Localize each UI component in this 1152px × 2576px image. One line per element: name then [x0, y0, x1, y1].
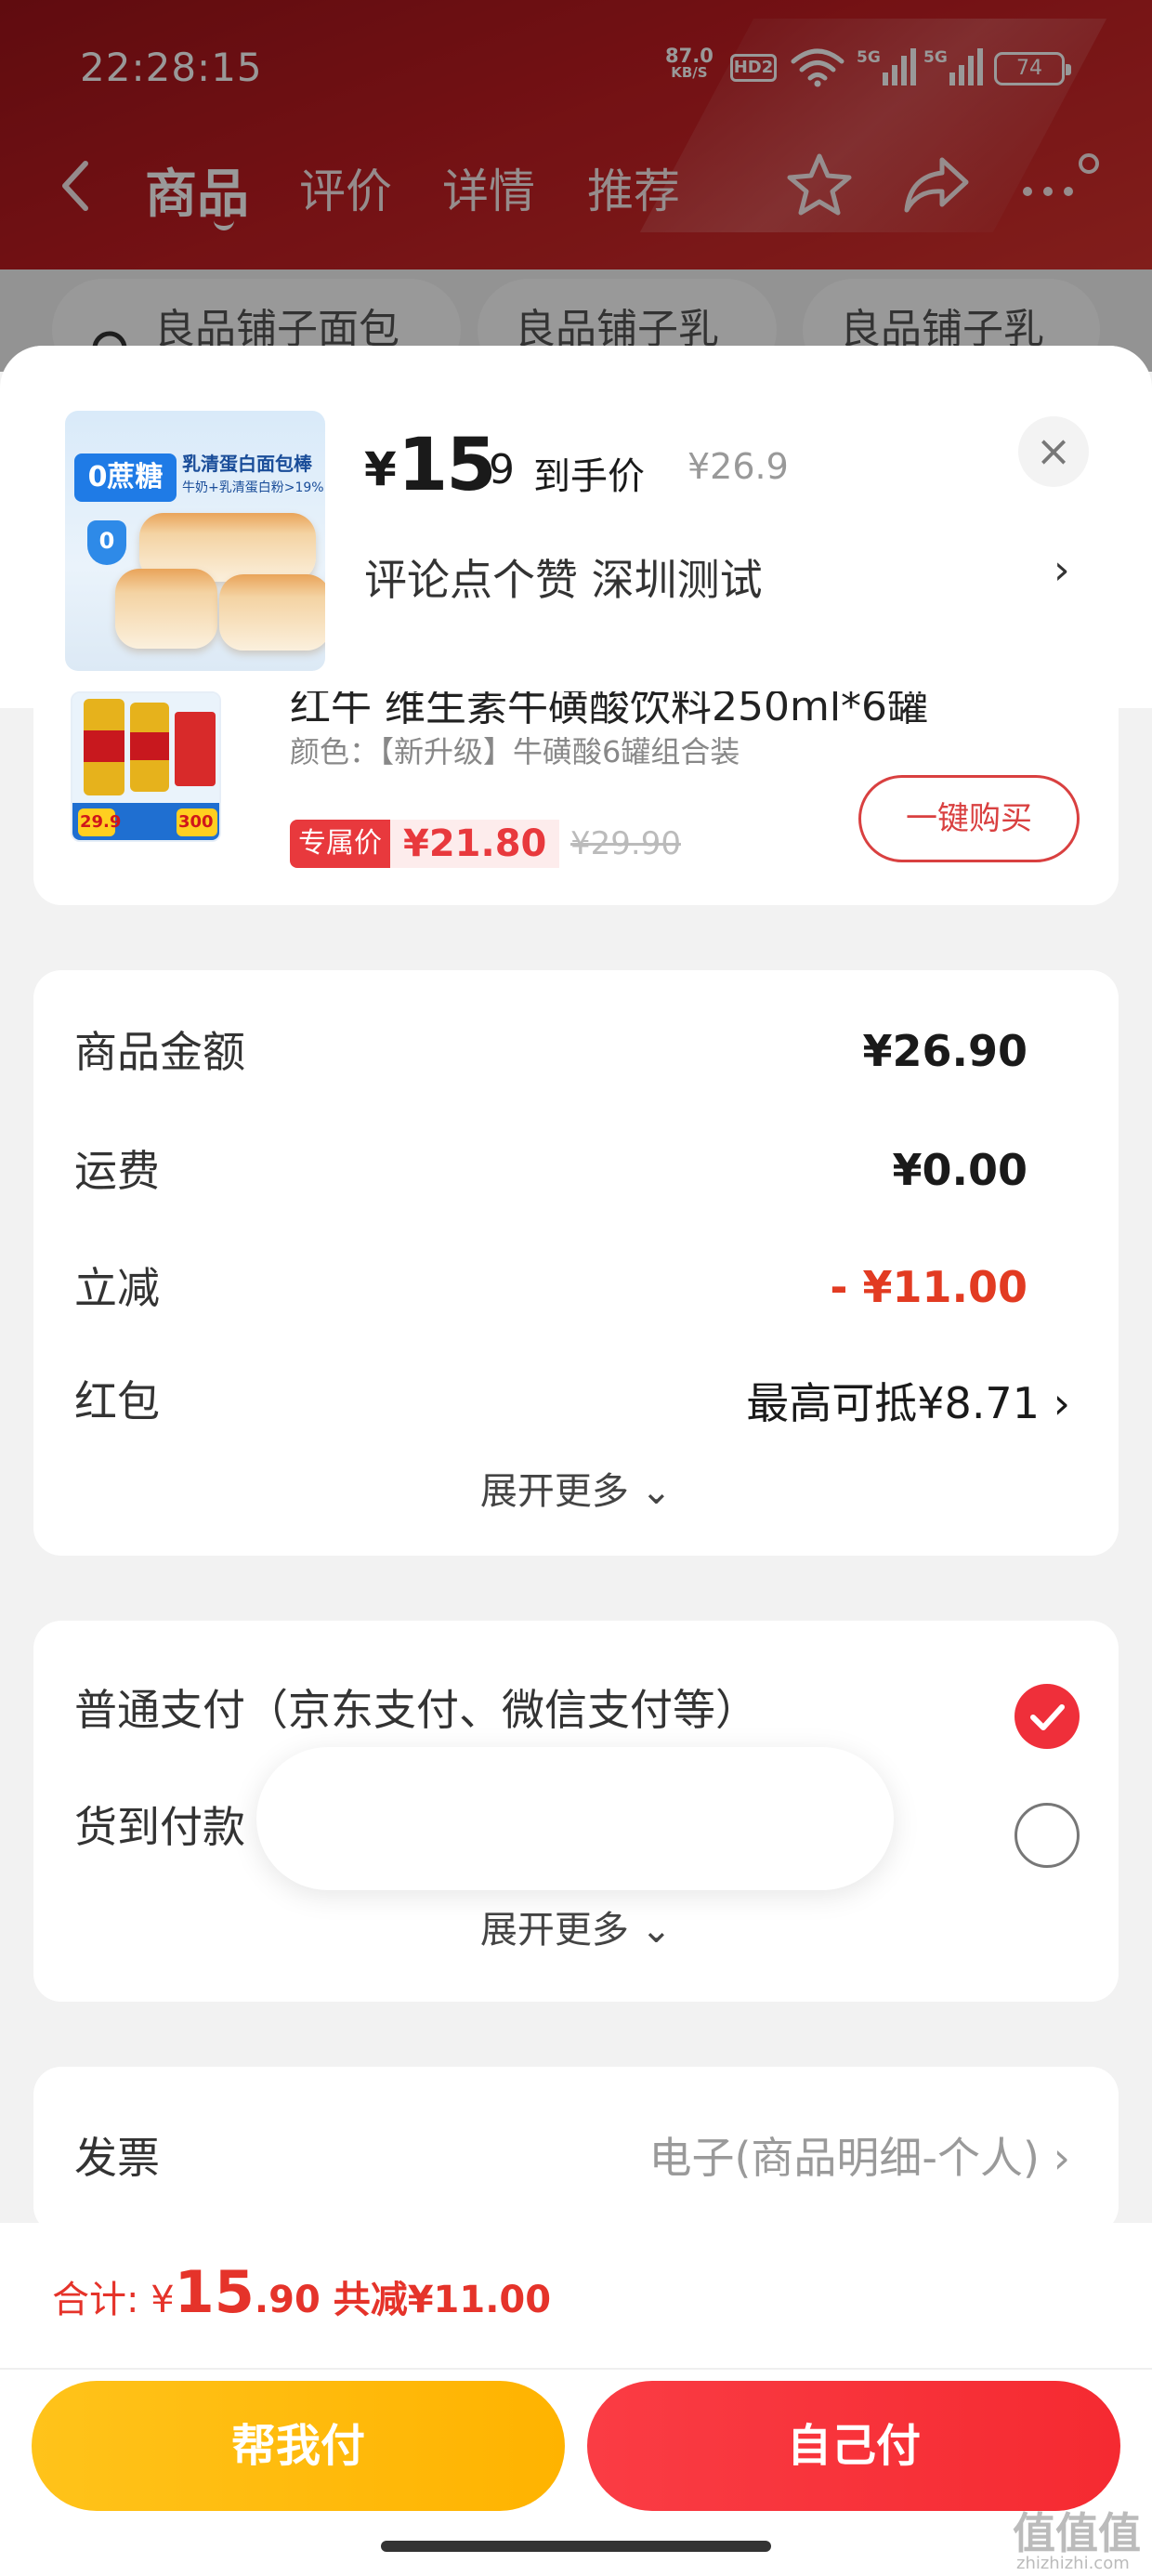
- amount-value-shipping: ¥0.00: [892, 1145, 1028, 1195]
- thumb-zero-mark: 0: [87, 520, 126, 565]
- amount-value-redpacket[interactable]: 最高可抵¥8.71 ›: [746, 1370, 1070, 1431]
- total-decimal: .90: [254, 2279, 321, 2321]
- amount-card: 商品金额 ¥26.90 运费 ¥0.00 立减 - ¥11.00 红包 最高可抵…: [33, 970, 1119, 1556]
- total-label: 合计: ¥: [52, 2279, 175, 2321]
- payment-option-cod[interactable]: 货到付款: [74, 1794, 245, 1855]
- amount-label-shipping: 运费: [74, 1146, 160, 1196]
- recommend-spec: 颜色：【新升级】牛磺酸6罐组合装: [290, 734, 740, 769]
- amount-value-discount: - ¥11.00: [830, 1262, 1028, 1312]
- amount-label-discount: 立减: [74, 1263, 160, 1313]
- sheet-header: 0蔗糖 乳清蛋白面包棒 牛奶+乳清蛋白粉>19% 0 ¥ 15 .9 到手价 ¥…: [0, 346, 1152, 708]
- divider: [0, 2368, 1152, 2370]
- checkmark-icon[interactable]: [1015, 1684, 1080, 1749]
- original-price: ¥26.9: [687, 446, 789, 487]
- total-summary: 合计: ¥15.90 共减¥11.00: [52, 2258, 551, 2326]
- invoice-value[interactable]: 电子(商品明细-个人) ›: [648, 2124, 1070, 2186]
- price-label: 到手价: [533, 455, 645, 498]
- recommend-name[interactable]: 红牛 维生素牛磺酸饮料250ml*6罐: [290, 691, 928, 732]
- radio-unchecked-icon[interactable]: [1015, 1803, 1080, 1868]
- price-decimal: .9: [476, 446, 515, 493]
- recommend-original-price: ¥29.90: [570, 825, 681, 862]
- help-me-pay-button[interactable]: 帮我付: [32, 2381, 565, 2511]
- close-button[interactable]: ×: [1018, 416, 1089, 487]
- promo-text[interactable]: 评论点个赞 深圳测试: [364, 546, 763, 608]
- amount-label-subtotal: 商品金额: [74, 1027, 245, 1077]
- pay-myself-button[interactable]: 自己付: [587, 2381, 1120, 2511]
- expand-more-link[interactable]: 展开更多 ⌄: [33, 1899, 1119, 1953]
- exclusive-price: ¥21.80: [390, 820, 560, 868]
- bread-image: [115, 569, 217, 649]
- thumb-badge: 0蔗糖: [74, 453, 177, 502]
- recommend-card: 29.9 300 红牛 维生素牛磺酸饮料250ml*6罐 颜色：【新升级】牛磺酸…: [33, 691, 1119, 905]
- home-indicator[interactable]: [381, 2541, 771, 2552]
- exclusive-price-tag: 专属价: [290, 820, 390, 868]
- total-integer: 15: [174, 2258, 255, 2326]
- total-saved: 共减¥11.00: [320, 2279, 552, 2321]
- expand-more-link[interactable]: 展开更多 ⌄: [33, 1461, 1119, 1515]
- thumb-title: 乳清蛋白面包棒: [182, 453, 312, 475]
- product-thumbnail: 0蔗糖 乳清蛋白面包棒 牛奶+乳清蛋白粉>19% 0: [65, 411, 325, 671]
- price-currency: ¥: [364, 442, 397, 496]
- chevron-right-icon[interactable]: ›: [1054, 546, 1070, 594]
- amount-label-redpacket[interactable]: 红包: [74, 1368, 160, 1429]
- invoice-card[interactable]: 发票 电子(商品明细-个人) ›: [33, 2067, 1119, 2234]
- amount-value-subtotal: ¥26.90: [862, 1026, 1028, 1076]
- watermark-logo: 值值值: [1013, 2508, 1141, 2558]
- one-click-buy-button[interactable]: 一键购买: [858, 775, 1080, 862]
- img-price-left: 29.9: [80, 812, 122, 832]
- red-bull-image: 29.9 300: [71, 691, 221, 842]
- bread-image: [219, 574, 325, 651]
- invoice-label: 发票: [74, 2133, 160, 2183]
- toast-popup: [256, 1747, 894, 1890]
- watermark-url: zhizhizhi.com: [1016, 2554, 1130, 2573]
- modal-overlay[interactable]: [0, 0, 1152, 372]
- payment-option-normal[interactable]: 普通支付（京东支付、微信支付等）: [74, 1676, 758, 1738]
- thumb-subtitle: 牛奶+乳清蛋白粉>19%: [182, 480, 324, 495]
- img-price-right: 300: [178, 812, 214, 832]
